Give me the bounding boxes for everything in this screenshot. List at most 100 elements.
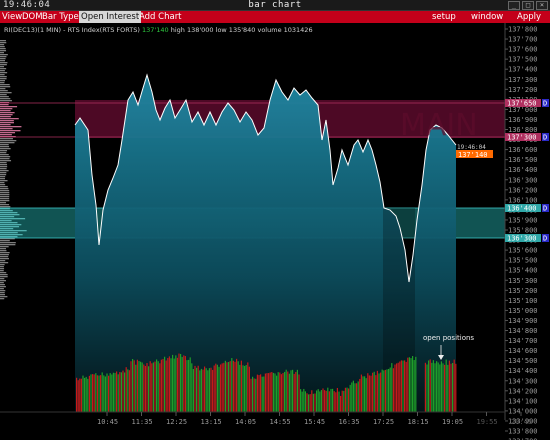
profile-bar <box>0 246 9 248</box>
open-interest-bar <box>368 375 370 412</box>
profile-bar <box>0 292 5 294</box>
open-interest-bar <box>386 369 388 412</box>
open-interest-bar <box>383 370 385 412</box>
open-interest-bar <box>172 354 174 412</box>
profile-bar <box>0 40 6 42</box>
open-interest-bar <box>207 370 209 412</box>
open-interest-bar <box>120 372 122 412</box>
open-interest-bar <box>340 395 342 412</box>
open-interest-bar <box>242 365 244 412</box>
open-interest-bar <box>200 368 202 412</box>
open-interest-bar <box>312 393 314 412</box>
price-tick-label: 136'600 <box>508 146 538 154</box>
open-interest-bar <box>413 360 415 412</box>
open-interest-bar <box>301 391 303 412</box>
open-interest-bar <box>168 356 170 412</box>
profile-bar <box>0 204 10 206</box>
open-interest-bar <box>210 367 212 412</box>
profile-bar <box>0 266 4 268</box>
profile-bar <box>0 178 5 180</box>
open-interest-bar <box>220 364 222 412</box>
open-interest-bar <box>343 390 345 412</box>
menu-open-interest[interactable]: Open Interest <box>79 11 142 23</box>
price-tick-label: 137'700 <box>508 36 538 44</box>
price-tick-label: 136'400 <box>508 166 538 174</box>
profile-bar <box>0 278 5 280</box>
open-interest-bar <box>176 357 178 412</box>
open-interest-bar <box>189 357 191 412</box>
open-interest-bar <box>357 381 359 412</box>
price-tick-label: 135'100 <box>508 297 538 305</box>
open-interest-bar <box>436 361 438 412</box>
instrument-symbol: RI(DEC13)(1 MIN) - RTS Index(RTS FORTS) <box>4 26 140 34</box>
price-tick-label: 134'800 <box>508 327 538 335</box>
price-tick-label: 135'500 <box>508 257 538 265</box>
maximize-icon[interactable]: □ <box>522 1 534 10</box>
profile-bar <box>0 170 9 172</box>
open-interest-bar <box>245 364 247 412</box>
profile-bar <box>0 192 10 194</box>
profile-bar <box>0 144 9 146</box>
day-low: low 135'840 <box>215 26 256 34</box>
menu-setup[interactable]: setup <box>432 11 456 23</box>
menu-apply[interactable]: Apply <box>517 11 541 23</box>
open-interest-bar <box>159 363 161 412</box>
time-tick-label: 15:45 <box>304 418 325 426</box>
open-interest-bar <box>367 373 369 412</box>
open-interest-bar <box>191 363 193 412</box>
profile-bar <box>0 108 13 110</box>
menu-window[interactable]: window <box>471 11 503 23</box>
menu-dom[interactable]: DOM <box>22 11 43 23</box>
open-interest-bar <box>152 362 154 412</box>
profile-bar <box>0 64 7 66</box>
open-interest-bar <box>271 372 273 412</box>
open-interest-bar <box>452 362 454 412</box>
minimize-icon[interactable]: _ <box>508 1 520 10</box>
price-chart[interactable]: MAIN 137'800 137'700 137'600 137'500 137'400… <box>0 23 550 440</box>
profile-bar <box>0 112 15 114</box>
open-interest-bar <box>170 358 172 412</box>
open-interest-bar <box>405 361 407 412</box>
open-interest-bar <box>440 361 442 412</box>
open-interest-bar <box>320 390 322 412</box>
open-interest-bar <box>346 387 348 412</box>
open-interest-bar <box>279 372 281 412</box>
profile-bar <box>0 58 6 60</box>
level-marker-label: D <box>543 205 547 213</box>
level-tag-label: 136'400 <box>507 205 537 213</box>
open-interest-bar <box>437 362 439 412</box>
time-tick-label: 14:05 <box>235 418 256 426</box>
open-interest-bar <box>84 377 86 412</box>
open-interest-bar <box>388 368 390 412</box>
open-interest-bar <box>124 372 126 412</box>
open-interest-bar <box>101 372 103 412</box>
open-interest-bar <box>311 390 313 412</box>
open-interest-bar <box>231 358 233 412</box>
profile-bar <box>0 260 6 262</box>
open-interest-bar <box>373 371 375 412</box>
menu-add-chart[interactable]: Add Chart <box>139 11 182 23</box>
price-tick-label: 136'900 <box>508 116 538 124</box>
open-interest-bar <box>229 361 231 412</box>
open-interest-bar <box>236 358 238 412</box>
time-tick-label: 16:35 <box>339 418 360 426</box>
profile-bar <box>0 116 11 118</box>
profile-bar <box>0 258 9 260</box>
menu-bar-type[interactable]: Bar Type <box>42 11 79 23</box>
open-interest-bar <box>85 376 87 412</box>
close-icon[interactable]: × <box>536 1 548 10</box>
time-tick-label: 20:45 <box>511 418 532 426</box>
profile-bar <box>0 46 5 48</box>
open-interest-bar <box>341 390 343 412</box>
menu-view[interactable]: View <box>2 11 22 23</box>
profile-bar <box>0 254 9 256</box>
profile-bar <box>0 290 6 292</box>
profile-bar <box>0 86 11 88</box>
open-interest-bar <box>287 371 289 412</box>
time-tick-label: 19:55 <box>477 418 498 426</box>
open-interest-bar <box>98 375 100 412</box>
profile-bar <box>0 44 5 46</box>
profile-bar <box>0 250 7 252</box>
open-interest-bar <box>432 360 434 412</box>
profile-bar <box>0 82 5 84</box>
